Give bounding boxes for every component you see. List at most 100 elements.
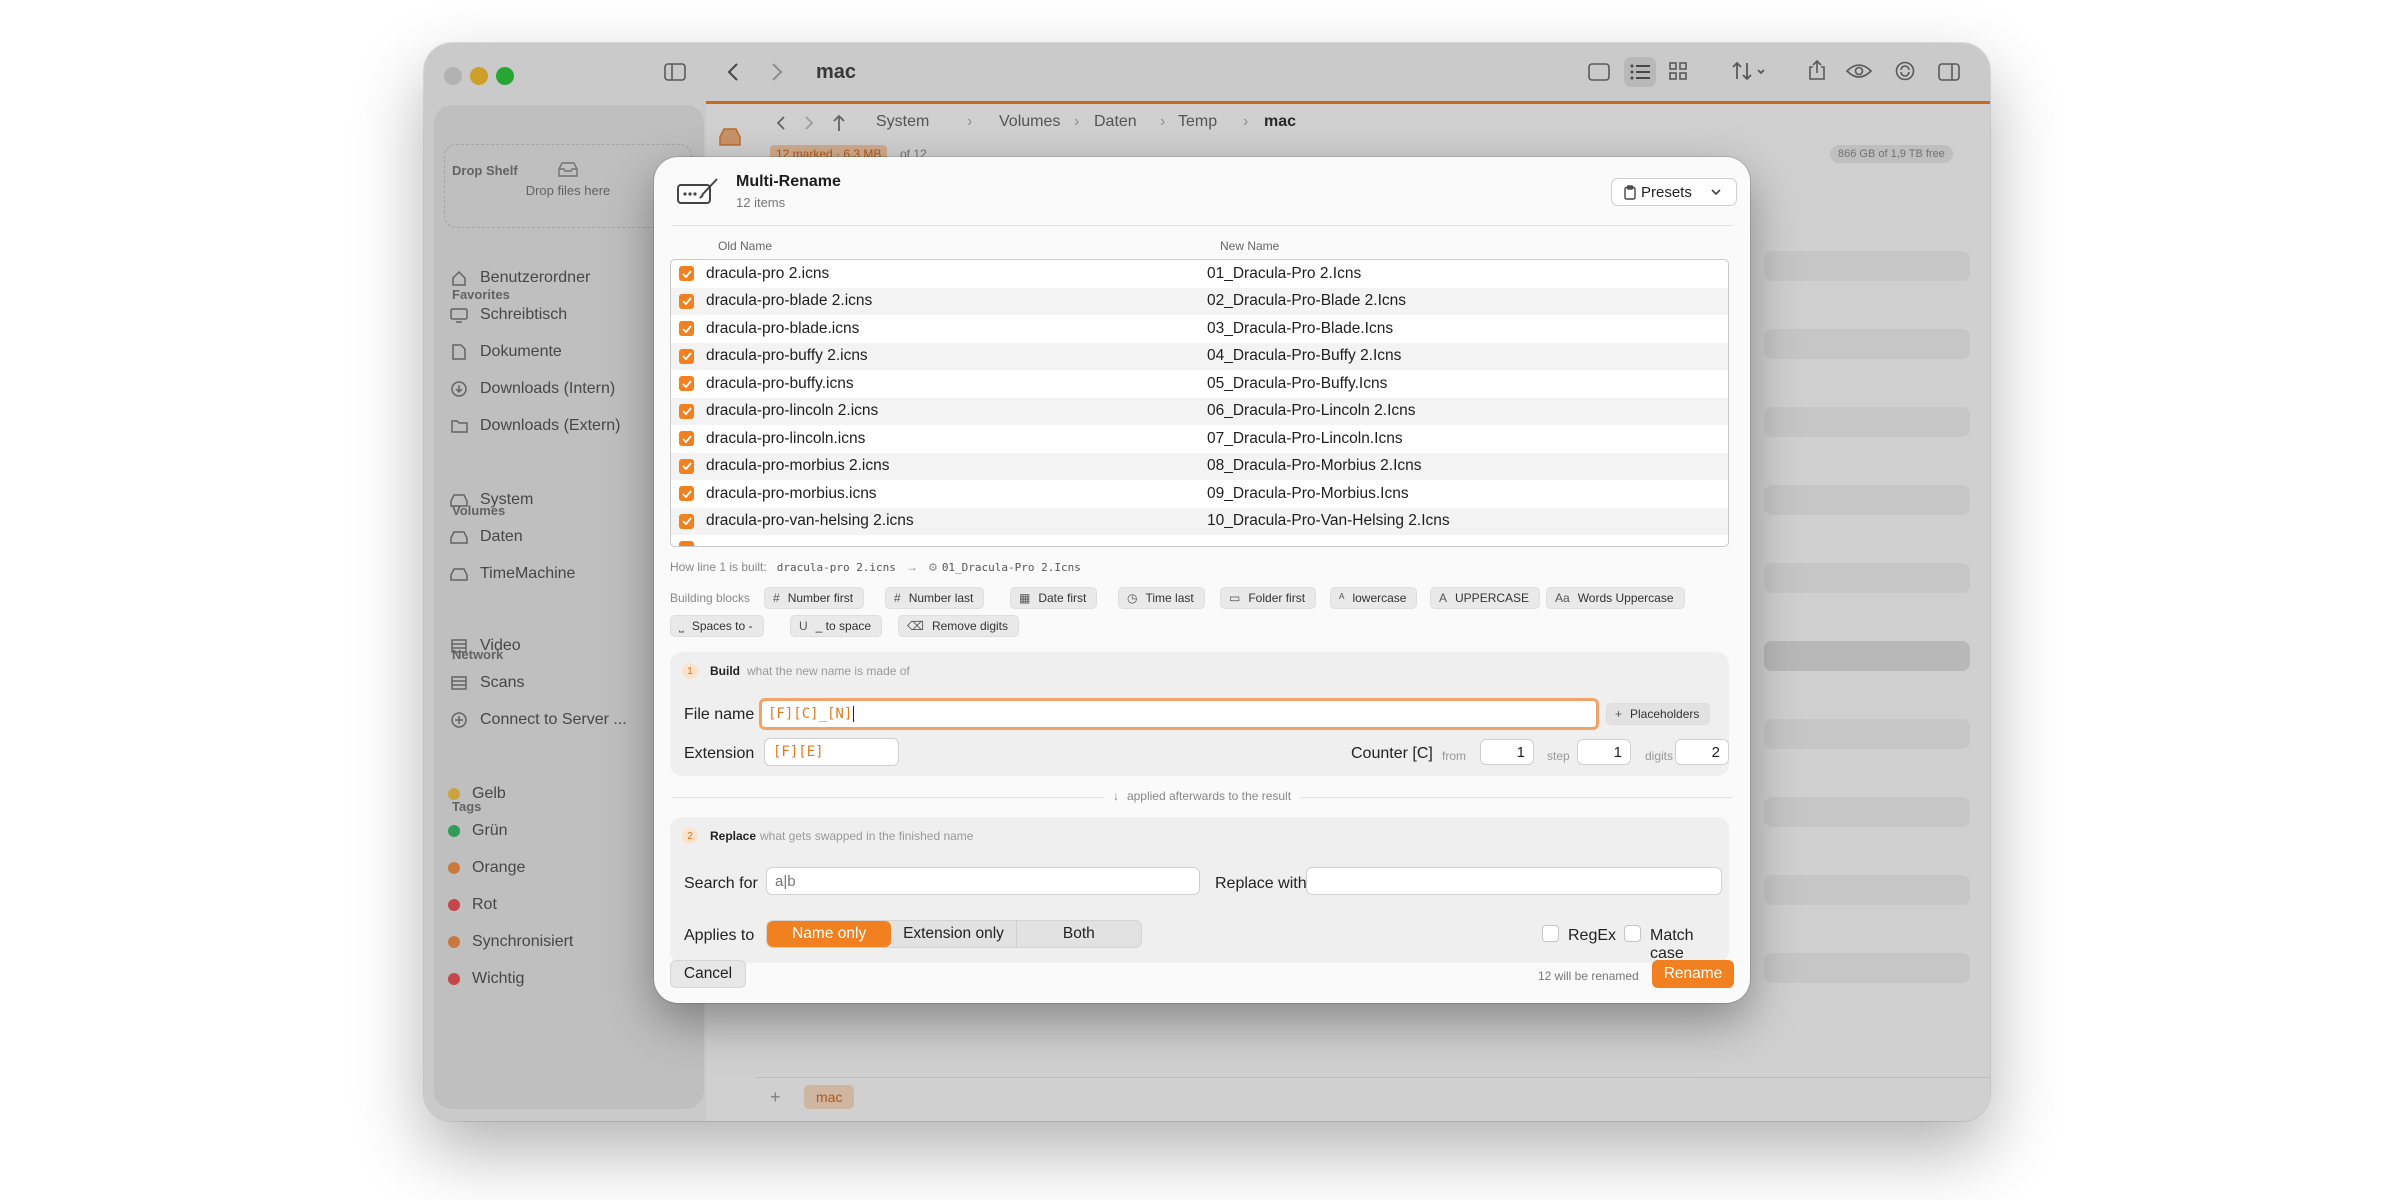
- file-name-value: [F][C]_[N]: [768, 706, 853, 722]
- search-for-input[interactable]: [766, 867, 1200, 895]
- row-checkbox[interactable]: [679, 321, 694, 337]
- chip-label: Spaces to -: [691, 619, 753, 633]
- multi-rename-dialog: Multi-Rename 12 items Presets Old Name N…: [654, 157, 1750, 1003]
- row-checkbox[interactable]: [679, 541, 694, 546]
- arrow-down-icon: ↓: [1112, 789, 1119, 803]
- table-row[interactable]: dracula-pro 2.icns 01_Dracula-Pro 2.Icns: [671, 260, 1728, 288]
- regex-label: RegEx: [1568, 927, 1617, 944]
- row-checkbox[interactable]: [679, 431, 694, 447]
- table-row[interactable]: dracula-pro-morbius.icns 09_Dracula-Pro-M…: [671, 480, 1728, 508]
- counter-step-input[interactable]: 1: [1577, 739, 1631, 765]
- table-row[interactable]: dracula-pro-lincoln.icns 07_Dracula-Pro-L…: [671, 425, 1728, 453]
- row-checkbox[interactable]: [679, 486, 694, 502]
- block-lowercase-button[interactable]: ᴬ lowercase: [1330, 587, 1418, 609]
- row-checkbox[interactable]: [679, 293, 694, 309]
- build-subtitle: what the new name is made of: [747, 664, 910, 678]
- hash-icon: #: [773, 591, 780, 605]
- match-case-checkbox[interactable]: [1624, 925, 1641, 942]
- dialog-subtitle: 12 items: [736, 195, 786, 210]
- block-date-first-button[interactable]: ▦ Date first: [1010, 587, 1098, 609]
- row-checkbox[interactable]: [679, 513, 694, 529]
- block-number-first-button[interactable]: # Number first: [764, 587, 865, 609]
- table-row[interactable]: dracula-pro-buffy 2.icns 04_Dracula-Pro-B…: [671, 342, 1728, 370]
- presets-button[interactable]: Presets: [1611, 178, 1737, 206]
- segment-name-only[interactable]: Name only: [767, 921, 892, 947]
- table-row[interactable]: dracula-pro-blade.icns 03_Dracula-Pro-Bla…: [671, 315, 1728, 343]
- table-row[interactable]: dracula-pro-lincoln 2.icns 06_Dracula-Pro…: [671, 397, 1728, 425]
- step-badge: 1: [682, 663, 698, 679]
- table-row-partial[interactable]: [671, 535, 1728, 546]
- row-checkbox[interactable]: [679, 266, 694, 282]
- counter-from-label: from: [1442, 749, 1466, 763]
- table-row[interactable]: dracula-pro-blade 2.icns 02_Dracula-Pro-B…: [671, 287, 1728, 315]
- chip-label: Remove digits: [931, 619, 1008, 633]
- block-spaces-to-dash-button[interactable]: ⎵ Spaces to -: [670, 615, 764, 637]
- new-name-cell: 02_Dracula-Pro-Blade 2.Icns: [1207, 292, 1407, 310]
- placeholders-button[interactable]: + Placeholders: [1606, 703, 1711, 725]
- build-section: 1 Build what the new name is made of Fil…: [670, 652, 1729, 776]
- building-blocks-label: Building blocks: [670, 591, 751, 605]
- new-name-cell: 10_Dracula-Pro-Van-Helsing 2.Icns: [1207, 512, 1450, 530]
- chip-label: lowercase: [1352, 591, 1407, 605]
- replace-section: 2 Replace what gets swapped in the finis…: [670, 817, 1729, 963]
- table-row[interactable]: dracula-pro-buffy.icns 05_Dracula-Pro-Buf…: [671, 370, 1728, 398]
- rename-icon: [676, 175, 720, 207]
- search-for-label: Search for: [684, 875, 758, 892]
- gear-icon: ⚙: [927, 561, 938, 574]
- file-name-label: File name: [684, 706, 755, 723]
- applied-afterwards-note: ↓ applied afterwards to the result: [654, 789, 1750, 803]
- new-name-cell: 08_Dracula-Pro-Morbius 2.Icns: [1207, 457, 1422, 475]
- block-folder-first-button[interactable]: ▭ Folder first: [1220, 587, 1317, 609]
- column-header-old-name[interactable]: Old Name: [718, 239, 772, 253]
- chip-label: UPPERCASE: [1455, 591, 1530, 605]
- block-uppercase-button[interactable]: A UPPERCASE: [1430, 587, 1541, 609]
- row-checkbox[interactable]: [679, 458, 694, 474]
- row-checkbox[interactable]: [679, 403, 694, 419]
- extension-input[interactable]: [F][E]: [764, 738, 899, 766]
- regex-checkbox[interactable]: [1542, 925, 1559, 942]
- block-words-uppercase-button[interactable]: Aa Words Uppercase: [1546, 587, 1685, 609]
- chip-label: Folder first: [1248, 591, 1306, 605]
- block-underscore-to-space-button[interactable]: U _ to space: [790, 615, 883, 637]
- new-name-cell: 04_Dracula-Pro-Buffy 2.Icns: [1207, 347, 1402, 365]
- chip-label: _ to space: [815, 619, 872, 633]
- chip-label: Number first: [787, 591, 854, 605]
- counter-digits-input[interactable]: 2: [1675, 739, 1729, 765]
- counter-step-label: step: [1547, 749, 1570, 763]
- block-number-last-button[interactable]: # Number last: [885, 587, 985, 609]
- replace-with-label: Replace with: [1215, 875, 1307, 892]
- segment-both[interactable]: Both: [1017, 921, 1141, 947]
- chip-label: Number last: [908, 591, 974, 605]
- column-header-new-name[interactable]: New Name: [1220, 239, 1279, 253]
- clipboard-icon: [1624, 184, 1636, 200]
- cancel-button[interactable]: Cancel: [670, 960, 746, 988]
- counter-from-input[interactable]: 1: [1480, 739, 1534, 765]
- chip-label: Time last: [1145, 591, 1194, 605]
- presets-label: Presets: [1641, 183, 1692, 201]
- underscore-icon: U: [799, 619, 808, 633]
- table-row[interactable]: dracula-pro-morbius 2.icns 08_Dracula-Pro…: [671, 452, 1728, 480]
- old-name-cell: dracula-pro-buffy.icns: [706, 374, 854, 392]
- block-time-last-button[interactable]: ◷ Time last: [1118, 587, 1205, 609]
- replace-with-input[interactable]: [1306, 867, 1722, 895]
- lowercase-icon: ᴬ: [1339, 591, 1345, 605]
- space-icon: ⎵: [679, 618, 684, 633]
- old-name-cell: dracula-pro-blade 2.icns: [706, 292, 873, 310]
- folder-icon: ▭: [1229, 591, 1241, 605]
- new-name-cell: 09_Dracula-Pro-Morbius.Icns: [1207, 484, 1409, 502]
- counter-digits-label: digits: [1645, 749, 1674, 763]
- file-name-input[interactable]: [F][C]_[N]: [759, 698, 1599, 730]
- new-name-cell: 07_Dracula-Pro-Lincoln.Icns: [1207, 429, 1403, 447]
- block-remove-digits-button[interactable]: ⌫ Remove digits: [898, 615, 1019, 637]
- extension-label: Extension: [684, 745, 755, 762]
- row-checkbox[interactable]: [679, 376, 694, 392]
- segment-extension-only[interactable]: Extension only: [891, 921, 1017, 947]
- table-row[interactable]: dracula-pro-van-helsing 2.icns 10_Dracula…: [671, 507, 1728, 535]
- new-name-cell: 03_Dracula-Pro-Blade.Icns: [1207, 319, 1394, 337]
- row-checkbox[interactable]: [679, 348, 694, 364]
- rename-button[interactable]: Rename: [1652, 960, 1734, 988]
- applies-to-segmented-control: Name only Extension only Both: [766, 920, 1142, 948]
- line-preview-from: dracula-pro 2.icns: [776, 560, 896, 574]
- counter-label: Counter [C]: [1351, 745, 1433, 762]
- chip-label: Date first: [1038, 591, 1087, 605]
